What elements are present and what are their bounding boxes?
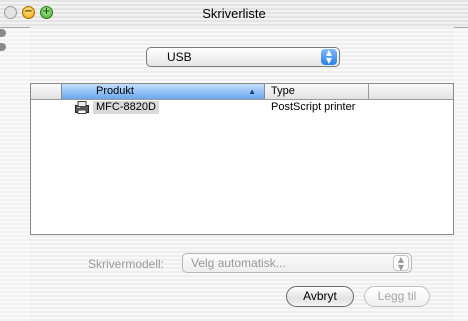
list-header: Produkt ▲ Type xyxy=(31,84,453,100)
title-bar: − + Skriverliste xyxy=(0,0,468,28)
popup-arrows-icon: ▲ ▼ xyxy=(321,49,337,65)
background-window-right xyxy=(453,27,468,321)
background-window-button xyxy=(0,29,6,37)
printer-icon xyxy=(75,101,89,114)
connection-type-value: USB xyxy=(167,50,192,64)
popup-arrows-icon: ▲ ▼ xyxy=(393,255,409,272)
printer-type: PostScript printer xyxy=(271,101,356,113)
list-item[interactable]: MFC-8820D PostScript printer xyxy=(31,100,453,116)
printer-list[interactable]: Produkt ▲ Type MFC-8820D PostScript prin… xyxy=(30,83,454,235)
printer-name: MFC-8820D xyxy=(93,101,159,114)
printer-model-label: Skrivermodell: xyxy=(88,257,165,271)
add-button[interactable]: Legg til xyxy=(364,286,430,307)
background-window-left xyxy=(0,27,31,321)
background-window-button xyxy=(0,43,6,51)
window-title: Skriverliste xyxy=(202,6,266,21)
printer-list-dialog: USB ▲ ▼ Produkt ▲ Type MFC-8820D PostScri… xyxy=(30,27,454,321)
printer-model-popup[interactable]: Velg automatisk... ▲ ▼ xyxy=(182,253,412,273)
cancel-button[interactable]: Avbryt xyxy=(286,286,354,307)
column-header-product[interactable]: Produkt ▲ xyxy=(61,84,265,99)
column-header-type[interactable]: Type xyxy=(265,84,369,99)
printer-model-value: Velg automatisk... xyxy=(191,256,286,270)
column-header-label: Produkt xyxy=(96,85,134,97)
sort-ascending-icon: ▲ xyxy=(248,87,256,96)
connection-type-popup[interactable]: USB ▲ ▼ xyxy=(146,47,340,67)
column-header-label: Type xyxy=(271,85,295,97)
